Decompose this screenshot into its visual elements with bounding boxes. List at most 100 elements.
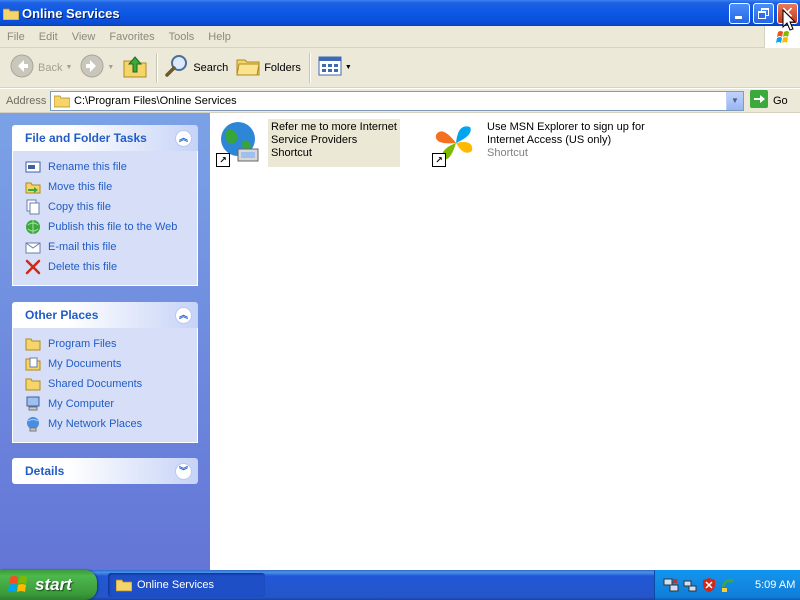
network-places-icon	[25, 416, 41, 432]
email-icon	[25, 239, 41, 255]
system-tray: 5:09 AM	[654, 570, 800, 600]
task-copy[interactable]: Copy this file	[25, 197, 197, 217]
file-name-line2: Service Providers	[271, 134, 358, 146]
network-connection-icon[interactable]	[682, 577, 698, 593]
folder-icon	[25, 376, 41, 392]
menu-favorites[interactable]: Favorites	[102, 31, 161, 43]
title-bar[interactable]: Online Services ✕	[0, 0, 800, 26]
file-list: ↗ Refer me to more Internet Service Prov…	[210, 113, 800, 570]
go-arrow-icon	[750, 90, 768, 111]
task-delete[interactable]: Delete this file	[25, 257, 197, 277]
task-label: E-mail this file	[48, 241, 117, 253]
window-title: Online Services	[22, 5, 120, 21]
place-label: My Computer	[48, 398, 115, 410]
menu-tools[interactable]: Tools	[162, 31, 202, 43]
forward-dropdown-icon[interactable]: ▼	[107, 64, 114, 71]
mouse-cursor-icon	[782, 8, 797, 31]
folders-icon	[236, 55, 260, 80]
minimize-button[interactable]	[729, 3, 750, 24]
other-places-header[interactable]: Other Places ︽	[12, 302, 198, 328]
task-rename[interactable]: Rename this file	[25, 157, 197, 177]
views-dropdown-icon[interactable]: ▼	[345, 64, 352, 71]
task-label: Rename this file	[48, 161, 127, 173]
toolbar: Back ▼ ▼ Search Folders ▼	[0, 48, 800, 88]
taskbar-window-label: Online Services	[137, 579, 215, 591]
file-name-line1: Refer me to more Internet	[271, 121, 397, 133]
toolbar-separator	[308, 52, 310, 83]
menu-view[interactable]: View	[65, 31, 103, 43]
folder-icon	[116, 578, 132, 592]
place-label: Program Files	[48, 338, 117, 350]
address-dropdown-button[interactable]: ▼	[726, 91, 743, 110]
taskbar-window-button[interactable]: Online Services	[108, 573, 265, 597]
restore-button[interactable]	[753, 3, 774, 24]
details-header[interactable]: Details ︾	[12, 458, 198, 484]
file-name-line1: Use MSN Explorer to sign up for	[487, 121, 645, 133]
place-my-documents[interactable]: My Documents	[25, 354, 197, 374]
copy-icon	[25, 199, 41, 215]
back-arrow-icon	[10, 54, 34, 81]
collapse-chevron-icon[interactable]: ︽	[175, 129, 192, 147]
file-item[interactable]: ↗ Refer me to more Internet Service Prov…	[216, 119, 400, 167]
start-label: start	[35, 575, 72, 594]
network-tray-icon[interactable]	[663, 577, 679, 593]
menu-edit[interactable]: Edit	[32, 31, 65, 43]
place-program-files[interactable]: Program Files	[25, 334, 197, 354]
folders-button[interactable]: Folders	[232, 51, 305, 85]
task-label: Move this file	[48, 181, 113, 193]
menu-file[interactable]: File	[0, 31, 32, 43]
place-label: My Documents	[48, 358, 122, 370]
security-alert-icon[interactable]	[701, 577, 717, 593]
file-label: Use MSN Explorer to sign up for Internet…	[484, 119, 648, 167]
task-publish[interactable]: Publish this file to the Web	[25, 217, 197, 237]
task-label: Copy this file	[48, 201, 111, 213]
back-label: Back	[38, 61, 63, 74]
folder-icon	[54, 94, 70, 108]
task-label: Publish this file to the Web	[48, 221, 178, 233]
panel-title: Details	[25, 464, 65, 478]
task-pane: File and Folder Tasks ︽ Rename this file…	[0, 113, 210, 570]
forward-arrow-icon	[80, 54, 104, 81]
search-label: Search	[193, 61, 229, 74]
forward-button[interactable]: ▼	[76, 51, 118, 85]
panel-title: Other Places	[25, 308, 99, 322]
place-network-places[interactable]: My Network Places	[25, 414, 197, 434]
file-label: Refer me to more Internet Service Provid…	[268, 119, 400, 167]
msn-butterfly-icon: ↗	[432, 119, 480, 167]
file-item[interactable]: ↗ Use MSN Explorer to sign up for Intern…	[432, 119, 648, 167]
up-folder-button[interactable]	[118, 51, 152, 85]
back-button[interactable]: Back ▼	[6, 51, 76, 85]
expand-chevron-icon[interactable]: ︾	[175, 462, 192, 480]
my-documents-icon	[25, 356, 41, 372]
other-places-panel: Other Places ︽ Program Files My Document…	[12, 302, 198, 443]
windows-flag-icon	[8, 574, 30, 597]
views-button[interactable]: ▼	[314, 51, 356, 85]
menu-help[interactable]: Help	[201, 31, 238, 43]
collapse-chevron-icon[interactable]: ︽	[175, 306, 192, 324]
task-email[interactable]: E-mail this file	[25, 237, 197, 257]
search-button[interactable]: Search	[161, 51, 232, 85]
taskbar: start Online Services 5:09 AM	[0, 570, 800, 600]
panel-title: File and Folder Tasks	[25, 131, 147, 145]
back-dropdown-icon[interactable]: ▼	[65, 64, 72, 71]
clock: 5:09 AM	[755, 579, 796, 591]
search-icon	[165, 54, 189, 81]
up-folder-icon	[122, 53, 148, 82]
place-my-computer[interactable]: My Computer	[25, 394, 197, 414]
file-type: Shortcut	[271, 147, 312, 159]
menu-bar: File Edit View Favorites Tools Help	[0, 26, 800, 48]
address-bar: Address C:\Program Files\Online Services…	[0, 89, 800, 113]
go-button[interactable]: Go	[750, 90, 788, 111]
publish-web-icon	[25, 219, 41, 235]
task-move[interactable]: Move this file	[25, 177, 197, 197]
address-value: C:\Program Files\Online Services	[74, 94, 237, 107]
address-input[interactable]: C:\Program Files\Online Services ▼	[50, 90, 744, 111]
move-icon	[25, 179, 41, 195]
update-icon[interactable]	[720, 577, 736, 593]
folder-icon	[25, 336, 41, 352]
file-folder-tasks-panel: File and Folder Tasks ︽ Rename this file…	[12, 125, 198, 286]
file-folder-tasks-header[interactable]: File and Folder Tasks ︽	[12, 125, 198, 151]
file-name-line2: Internet Access (US only)	[487, 134, 612, 146]
place-shared-documents[interactable]: Shared Documents	[25, 374, 197, 394]
start-button[interactable]: start	[0, 570, 97, 600]
